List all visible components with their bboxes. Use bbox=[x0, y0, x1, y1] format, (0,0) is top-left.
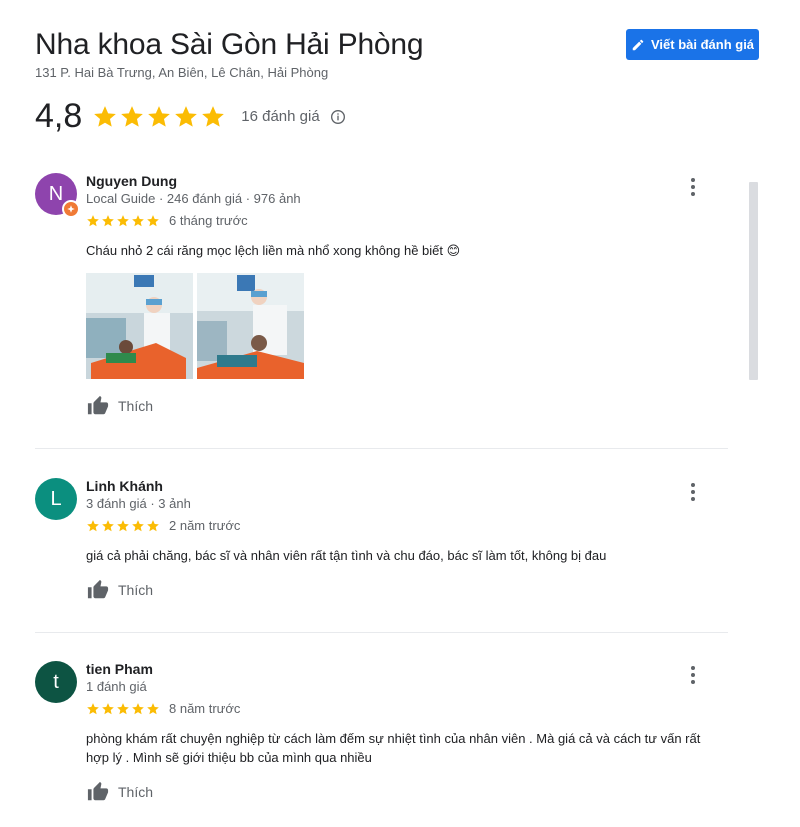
review-photo[interactable] bbox=[197, 273, 304, 379]
review-item: t tien Pham 1 đánh giá 8 năm trước phòng… bbox=[35, 661, 728, 811]
like-button[interactable]: Thích bbox=[86, 579, 153, 601]
more-options-icon[interactable] bbox=[688, 483, 698, 501]
reviewer-name[interactable]: Nguyen Dung bbox=[86, 173, 177, 189]
star-icon bbox=[87, 214, 99, 226]
review-rating: 8 năm trước bbox=[86, 701, 240, 716]
rating-value: 4,8 bbox=[35, 97, 83, 135]
divider bbox=[35, 632, 728, 633]
like-button[interactable]: Thích bbox=[86, 781, 153, 803]
write-review-button[interactable]: Viết bài đánh giá bbox=[626, 29, 759, 60]
star-icon bbox=[132, 519, 144, 531]
avatar-initial: N bbox=[48, 182, 64, 205]
review-time: 6 tháng trước bbox=[169, 213, 248, 228]
review-rating: 2 năm trước bbox=[86, 518, 240, 533]
reviewer-name[interactable]: Linh Khánh bbox=[86, 478, 163, 494]
star-icon bbox=[132, 702, 144, 714]
thumbs-up-icon bbox=[87, 395, 109, 415]
more-options-icon[interactable] bbox=[688, 178, 698, 196]
rating-summary: 4,8 16 đánh giá bbox=[35, 97, 346, 136]
divider bbox=[35, 448, 728, 449]
review-photo[interactable] bbox=[86, 273, 193, 379]
review-item: L Linh Khánh 3 đánh giá · 3 ảnh 2 năm tr… bbox=[35, 478, 728, 608]
reviewer-name[interactable]: tien Pham bbox=[86, 661, 153, 677]
star-icon bbox=[87, 519, 99, 531]
review-text: phòng khám rất chuyện nghiệp từ cách làm… bbox=[86, 731, 701, 765]
star-icon bbox=[121, 105, 144, 127]
star-icon bbox=[147, 519, 159, 531]
thumbs-up-icon bbox=[87, 579, 109, 599]
pencil-icon bbox=[632, 39, 644, 50]
star-icon bbox=[132, 214, 144, 226]
star-icon bbox=[147, 214, 159, 226]
review-stars bbox=[86, 214, 161, 228]
like-label: Thích bbox=[118, 582, 154, 598]
like-button[interactable]: Thích bbox=[86, 395, 153, 417]
star-icon bbox=[117, 702, 129, 714]
star-icon bbox=[102, 519, 114, 531]
review-time: 8 năm trước bbox=[169, 701, 241, 716]
avatar[interactable]: t bbox=[35, 661, 77, 703]
review-stars bbox=[86, 519, 161, 533]
star-icon bbox=[202, 105, 225, 127]
review-item: N Nguyen Dung Local Guide · 246 đánh giá… bbox=[35, 173, 728, 433]
review-photos bbox=[86, 273, 304, 379]
star-icon bbox=[102, 702, 114, 714]
star-icon bbox=[175, 105, 198, 127]
scrollbar[interactable] bbox=[749, 182, 758, 380]
avatar-initial: t bbox=[53, 670, 59, 693]
like-label: Thích bbox=[118, 398, 154, 414]
write-review-label: Viết bài đánh giá bbox=[650, 37, 755, 52]
review-rating: 6 tháng trước bbox=[86, 213, 248, 228]
review-text: Cháu nhỏ 2 cái răng mọc lệch liền mà nhổ… bbox=[86, 243, 461, 258]
reviewer-meta: 1 đánh giá bbox=[86, 679, 147, 694]
review-stars bbox=[86, 702, 161, 716]
review-time: 2 năm trước bbox=[169, 518, 241, 533]
like-label: Thích bbox=[118, 784, 154, 800]
reviewer-meta: 3 đánh giá · 3 ảnh bbox=[86, 496, 191, 511]
thumbs-up-icon bbox=[87, 781, 109, 801]
star-icon bbox=[102, 214, 114, 226]
star-icon bbox=[94, 105, 117, 127]
reviewer-meta: Local Guide · 246 đánh giá · 976 ảnh bbox=[86, 191, 301, 206]
info-icon[interactable] bbox=[330, 109, 346, 125]
review-text: giá cả phải chăng, bác sĩ và nhân viên r… bbox=[86, 548, 607, 563]
rating-stars bbox=[92, 104, 227, 130]
more-options-icon[interactable] bbox=[688, 666, 698, 684]
review-count: 16 đánh giá bbox=[241, 108, 320, 125]
star-icon bbox=[117, 519, 129, 531]
avatar[interactable]: L bbox=[35, 478, 77, 520]
star-icon bbox=[117, 214, 129, 226]
star-icon bbox=[147, 702, 159, 714]
local-guide-badge-icon bbox=[62, 200, 80, 218]
star-icon bbox=[87, 702, 99, 714]
place-address: 131 P. Hai Bà Trưng, An Biên, Lê Chân, H… bbox=[35, 65, 329, 80]
star-icon bbox=[148, 105, 171, 127]
avatar-initial: L bbox=[50, 487, 62, 510]
